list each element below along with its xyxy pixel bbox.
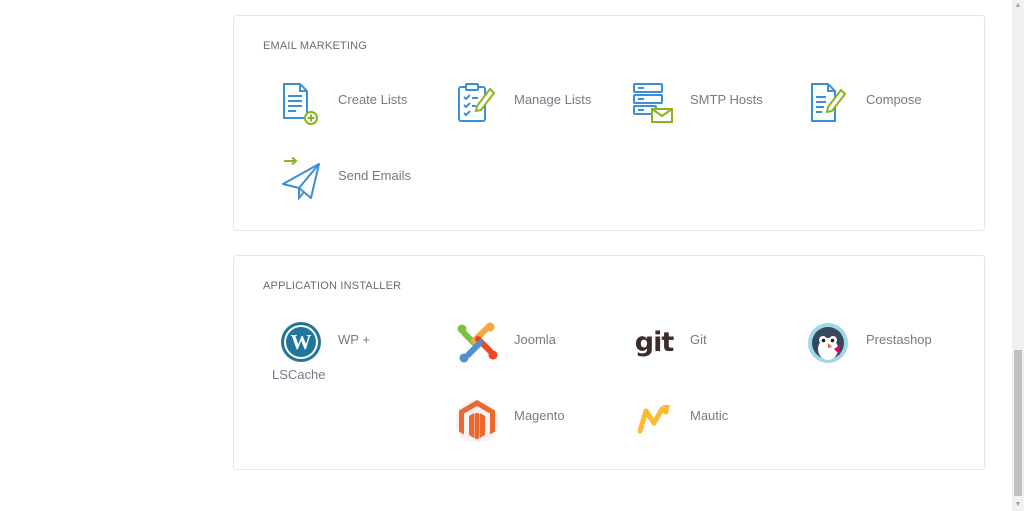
manage-list-icon bbox=[456, 81, 500, 125]
mautic-icon bbox=[632, 397, 676, 441]
smtp-hosts-label: SMTP Hosts bbox=[690, 92, 763, 107]
scroll-down-icon[interactable]: ▼ bbox=[1012, 499, 1024, 511]
paper-plane-icon bbox=[280, 156, 324, 201]
create-lists-label: Create Lists bbox=[338, 92, 408, 107]
git-label: Git bbox=[690, 332, 707, 347]
magento-icon bbox=[455, 397, 500, 444]
compose-label: Compose bbox=[866, 92, 922, 107]
prestashop-label: Prestashop bbox=[866, 332, 932, 347]
wordpress-icon: W bbox=[280, 321, 324, 365]
joomla-label: Joomla bbox=[514, 332, 556, 347]
lscache-label: LSCache bbox=[272, 367, 326, 382]
joomla-icon bbox=[456, 321, 500, 365]
application-installer-card: APPLICATION INSTALLER W WP + LSCache Joo… bbox=[233, 255, 985, 470]
magento-label: Magento bbox=[514, 408, 565, 423]
scroll-thumb[interactable] bbox=[1014, 350, 1022, 496]
smtp-server-icon bbox=[632, 81, 676, 125]
git-icon: git bbox=[632, 321, 676, 365]
page-scrollbar[interactable]: ▲ ▼ bbox=[1012, 0, 1024, 511]
compose-icon bbox=[808, 81, 852, 125]
mautic-label: Mautic bbox=[690, 408, 729, 423]
wp-label: WP + bbox=[338, 332, 370, 347]
create-list-icon bbox=[280, 81, 324, 125]
send-emails-label: Send Emails bbox=[338, 168, 411, 183]
email-marketing-title: EMAIL MARKETING bbox=[263, 40, 368, 52]
scroll-up-icon[interactable]: ▲ bbox=[1012, 0, 1024, 12]
manage-lists-label: Manage Lists bbox=[514, 92, 592, 107]
email-marketing-card: EMAIL MARKETING Create Lists Manage List… bbox=[233, 15, 985, 231]
svg-text:git: git bbox=[635, 327, 675, 358]
prestashop-icon bbox=[808, 321, 852, 365]
svg-text:W: W bbox=[291, 330, 312, 354]
application-installer-title: APPLICATION INSTALLER bbox=[263, 280, 402, 292]
